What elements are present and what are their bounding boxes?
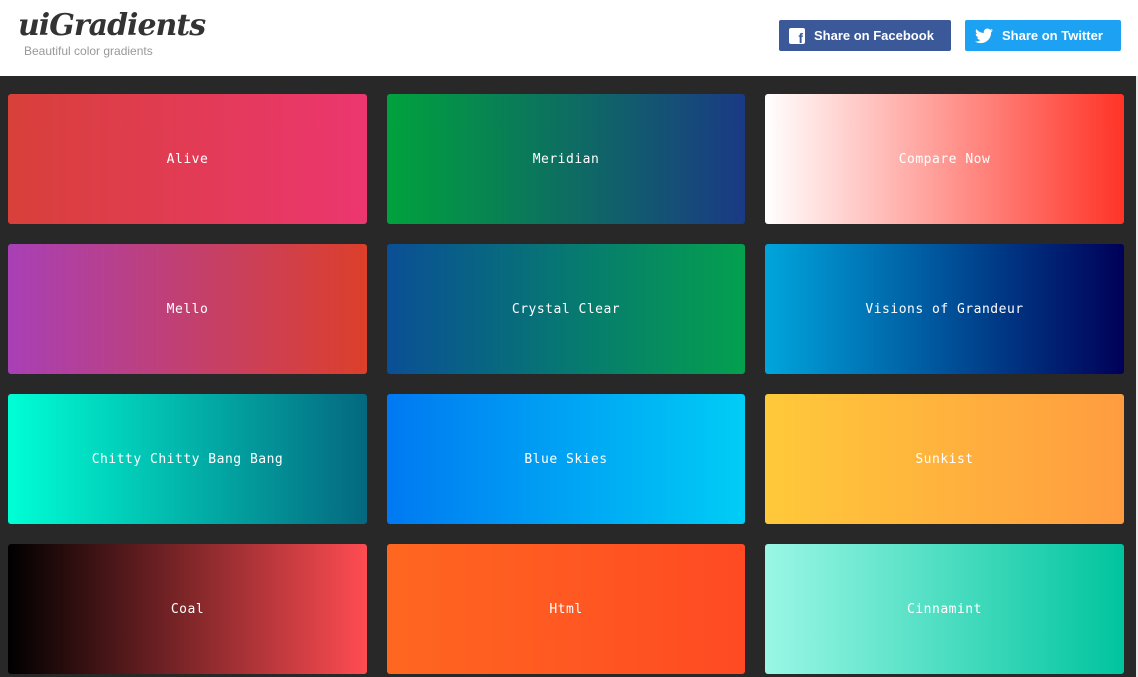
share-twitter-label: Share on Twitter	[1002, 28, 1103, 43]
gradient-name: Coal	[170, 601, 205, 617]
gradient-card-mello[interactable]: Mello	[8, 244, 367, 374]
facebook-icon	[789, 27, 805, 46]
gradient-name: Alive	[166, 151, 209, 167]
gradient-card-chitty-chitty-bang-bang[interactable]: Chitty Chitty Bang Bang	[8, 394, 367, 524]
share-facebook-label: Share on Facebook	[814, 28, 934, 43]
gradient-card-blue-skies[interactable]: Blue Skies	[387, 394, 745, 524]
twitter-icon	[975, 28, 993, 43]
header: uiGradients Beautiful color gradients Sh…	[0, 0, 1138, 76]
share-facebook-button[interactable]: Share on Facebook	[779, 20, 951, 51]
tagline: Beautiful color gradients	[24, 44, 153, 58]
gradient-card-visions-of-grandeur[interactable]: Visions of Grandeur	[765, 244, 1124, 374]
gradient-card-meridian[interactable]: Meridian	[387, 94, 745, 224]
gradient-card-crystal-clear[interactable]: Crystal Clear	[387, 244, 745, 374]
gradient-card-alive[interactable]: Alive	[8, 94, 367, 224]
gradient-name: Visions of Grandeur	[865, 301, 1024, 317]
logo[interactable]: uiGradients	[18, 8, 206, 44]
gradient-name: Crystal Clear	[511, 301, 621, 317]
gradient-gallery: Alive Meridian Compare Now Mello Crystal…	[0, 76, 1136, 677]
gradient-grid: Alive Meridian Compare Now Mello Crystal…	[8, 94, 1124, 674]
gradient-card-cinnamint[interactable]: Cinnamint	[765, 544, 1124, 674]
gradient-name: Compare Now	[898, 151, 991, 167]
share-twitter-button[interactable]: Share on Twitter	[965, 20, 1121, 51]
gradient-name: Meridian	[532, 151, 600, 167]
gradient-card-sunkist[interactable]: Sunkist	[765, 394, 1124, 524]
gradient-name: Chitty Chitty Bang Bang	[91, 451, 284, 467]
gradient-name: Sunkist	[915, 451, 974, 467]
gradient-name: Mello	[166, 301, 209, 317]
gradient-card-coal[interactable]: Coal	[8, 544, 367, 674]
gradient-name: Cinnamint	[907, 601, 982, 617]
gradient-card-compare-now[interactable]: Compare Now	[765, 94, 1124, 224]
gradient-name: Blue Skies	[524, 451, 608, 467]
gradient-name: Html	[549, 601, 583, 617]
gradient-card-html[interactable]: Html	[387, 544, 745, 674]
